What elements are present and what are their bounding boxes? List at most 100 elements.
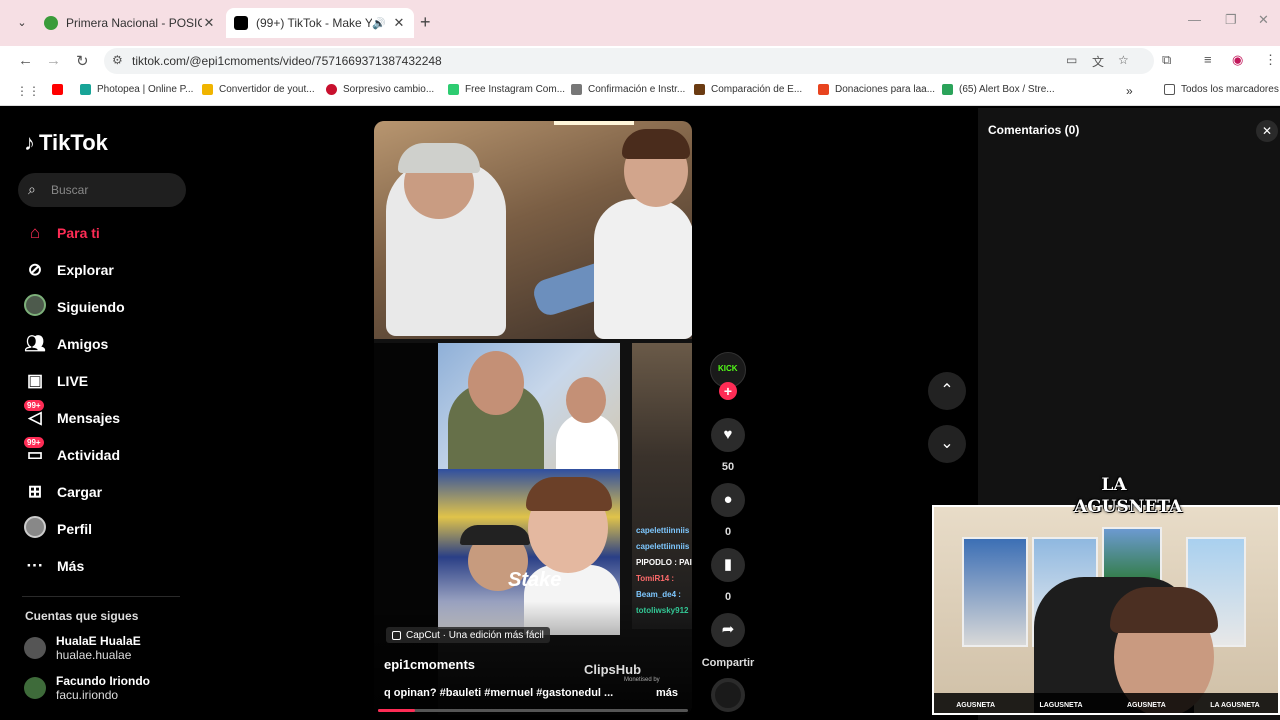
- browser-toolbar: ← → ↻ ⚙ tiktok.com/@epi1cmoments/video/7…: [0, 46, 1280, 76]
- nav-perfil[interactable]: Perfil: [22, 515, 92, 543]
- youtube-handle: LA AGUSNETA: [1210, 701, 1260, 709]
- close-comments-button[interactable]: ✕: [1256, 120, 1278, 142]
- previous-video-button[interactable]: ⌃: [928, 372, 966, 410]
- maximize-icon[interactable]: ❐: [1225, 12, 1237, 28]
- minimize-icon[interactable]: —: [1188, 12, 1201, 27]
- nav-para-ti[interactable]: ⌂ Para ti: [22, 219, 100, 247]
- tab-search-chevron-icon[interactable]: ⌄: [12, 13, 32, 33]
- following-avatar-icon: [22, 293, 48, 321]
- back-icon[interactable]: ←: [18, 52, 33, 69]
- friends-icon: 👥︎: [24, 334, 46, 353]
- bookmark-item[interactable]: Free Instagram Com...: [448, 84, 565, 95]
- apps-grid-icon[interactable]: ⋮⋮: [16, 84, 40, 98]
- bookmark-youtube[interactable]: [52, 84, 69, 95]
- bookmark-star-icon[interactable]: ☆: [1118, 53, 1129, 67]
- close-tab-icon[interactable]: ✕: [392, 15, 406, 31]
- notification-badge: 99+: [24, 400, 44, 411]
- nav-explorar[interactable]: ⊘ Explorar: [22, 256, 114, 284]
- folder-icon: [1164, 84, 1175, 95]
- bookmark-icon: ▮: [723, 556, 733, 573]
- nav-amigos[interactable]: 👥︎ Amigos: [22, 330, 108, 358]
- streamer-webcam: AGUSNETA LAGUSNETA AGUSNETA LA AGUSNETA: [932, 505, 1280, 715]
- tab-title: (99+) TikTok - Make Your Da: [256, 16, 372, 30]
- kick-handle: AGUSNETA: [1126, 701, 1166, 709]
- save-button[interactable]: ▮: [711, 548, 745, 582]
- news-icon: [326, 84, 337, 95]
- music-disc-icon[interactable]: [711, 678, 745, 712]
- more-link[interactable]: más: [656, 687, 678, 699]
- site-info-icon[interactable]: ⚙: [112, 53, 123, 67]
- more-bookmarks-icon[interactable]: »: [1126, 84, 1133, 98]
- following-account[interactable]: HualaE HualaE hualae.hualae: [24, 634, 141, 662]
- tiktok-favicon-icon: [234, 16, 248, 30]
- avatar: [24, 677, 46, 699]
- profile-icon[interactable]: ◉: [1232, 52, 1243, 68]
- tab-title: Primera Nacional - POSICIONE: [66, 16, 202, 30]
- search-input[interactable]: ⌕ Buscar: [18, 173, 186, 207]
- bookmark-item[interactable]: (65) Alert Box / Stre...: [942, 84, 1055, 95]
- activity-icon: ▭ 99+: [22, 437, 48, 465]
- tiktok-logo[interactable]: ♪ TikTok: [24, 130, 108, 156]
- video-author[interactable]: epi1cmoments: [384, 657, 475, 672]
- chat-line: PIPODLO : PAI: [636, 558, 692, 567]
- nav-actividad[interactable]: ▭ 99+ Actividad: [22, 437, 120, 469]
- extensions-icon[interactable]: ⧉: [1162, 52, 1171, 68]
- follow-plus-button[interactable]: +: [719, 382, 737, 400]
- bookmark-item[interactable]: Comparación de E...: [694, 84, 802, 95]
- nav-cargar[interactable]: ⊞ Cargar: [22, 478, 102, 506]
- capcut-tag[interactable]: CapCut · Una edición más fácil: [386, 627, 550, 643]
- bookmark-item[interactable]: Confirmación e Instr...: [571, 84, 685, 95]
- bookmark-item[interactable]: Sorpresivo cambio...: [326, 84, 434, 95]
- share-button[interactable]: ➦: [711, 613, 745, 647]
- video-frame-side: [632, 343, 692, 629]
- nav-mensajes[interactable]: ◁ 99+ Mensajes: [22, 400, 120, 432]
- photopea-icon: [80, 84, 91, 95]
- x-handle: LAGUSNETA: [1039, 701, 1083, 709]
- following-account[interactable]: Facundo Iriondo facu.iriondo: [24, 674, 150, 702]
- comment-button[interactable]: ●: [711, 483, 745, 517]
- media-controls-icon[interactable]: ≡: [1204, 52, 1212, 67]
- kick-logo: KICK: [718, 364, 738, 373]
- bookmark-item[interactable]: Convertidor de yout...: [202, 84, 315, 95]
- video-frame-top: [374, 121, 692, 339]
- video-progress-bar[interactable]: [378, 709, 688, 712]
- url-text[interactable]: tiktok.com/@epi1cmoments/video/757166937…: [132, 54, 442, 68]
- install-app-icon[interactable]: ▭: [1066, 53, 1077, 67]
- sidebar-divider: [22, 596, 180, 597]
- nav-live[interactable]: ▣ LIVE: [22, 367, 88, 395]
- translate-icon[interactable]: 文: [1092, 53, 1104, 70]
- search-icon: ⌕: [28, 181, 36, 197]
- new-tab-button[interactable]: +: [420, 12, 431, 33]
- notification-badge: 99+: [24, 437, 44, 448]
- chevron-up-icon: ⌃: [940, 382, 954, 399]
- all-bookmarks-folder[interactable]: Todos los marcadores: [1164, 84, 1279, 95]
- chevron-down-icon: ⌄: [940, 435, 954, 452]
- speaker-icon[interactable]: 🔊: [372, 17, 386, 30]
- link-icon: [571, 84, 582, 95]
- soccer-ball-icon: [44, 16, 58, 30]
- browser-tab[interactable]: Primera Nacional - POSICIONE ✕: [36, 8, 224, 38]
- bookmark-item[interactable]: Donaciones para laa...: [818, 84, 935, 95]
- avatar: [24, 637, 46, 659]
- browser-tabstrip: ⌄ Primera Nacional - POSICIONE ✕ (99+) T…: [0, 0, 1280, 46]
- bookmark-item[interactable]: Photopea | Online P...: [80, 84, 193, 95]
- menu-kebab-icon[interactable]: ⋮: [1264, 52, 1277, 68]
- video-player[interactable]: Stake capelettiinniis capelettiinniis PI…: [374, 121, 692, 715]
- forward-icon[interactable]: →: [46, 52, 61, 69]
- following-section-title: Cuentas que sigues: [25, 609, 139, 623]
- close-tab-icon[interactable]: ✕: [202, 15, 216, 31]
- bookmark-icon: [694, 84, 705, 95]
- tiktok-note-icon: ♪: [24, 130, 35, 155]
- close-icon: ✕: [1261, 124, 1273, 138]
- bookmark-icon: [202, 84, 213, 95]
- home-icon: ⌂: [29, 223, 41, 242]
- close-window-icon[interactable]: ✕: [1258, 12, 1269, 28]
- next-video-button[interactable]: ⌄: [928, 425, 966, 463]
- browser-tab-active[interactable]: (99+) TikTok - Make Your Da 🔊 ✕: [226, 8, 414, 38]
- reload-icon[interactable]: ↻: [76, 52, 89, 70]
- nav-mas[interactable]: ··· Más: [22, 552, 85, 580]
- nav-siguiendo[interactable]: Siguiendo: [22, 293, 125, 321]
- address-bar[interactable]: ⚙ tiktok.com/@epi1cmoments/video/7571669…: [104, 48, 1154, 74]
- like-button[interactable]: ♥: [711, 418, 745, 452]
- comment-count: 0: [724, 526, 732, 538]
